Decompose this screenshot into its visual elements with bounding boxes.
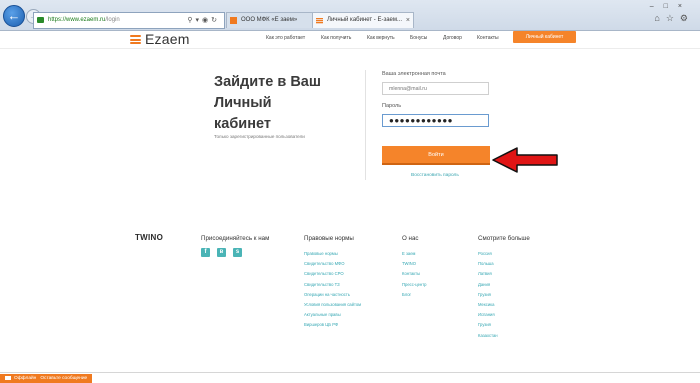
footer-link[interactable]: Правовые нормы (304, 251, 361, 261)
footer-link[interactable]: Мексика (478, 302, 498, 312)
url-text: https://www.ezaem.ru/login (48, 17, 120, 23)
chat-widget[interactable]: Оффлайн Оставьте сообщение (0, 374, 92, 383)
footer-link[interactable]: Свидетельство МФО (304, 261, 361, 271)
footer-link[interactable]: Операции на частность (304, 292, 361, 302)
footer-link[interactable]: Контакты (402, 271, 427, 281)
restore-password-link[interactable]: Восстановить пароль (411, 173, 459, 178)
envelope-icon (5, 375, 11, 380)
footer-logo[interactable]: TWINO (135, 233, 163, 242)
browser-tools[interactable]: ⌂☆⚙ (654, 13, 694, 24)
footer-join-title: Присоединяйтесь к нам (201, 235, 270, 242)
footer-link[interactable]: Латвия (478, 271, 498, 281)
favicon-icon (230, 17, 237, 24)
favicon-icon (316, 18, 323, 24)
tab-cabinet[interactable]: Личный кабинет - Е-заем... × (312, 12, 414, 28)
footer-link[interactable]: Пресс-центр (402, 282, 427, 292)
red-arrow-icon (492, 147, 558, 173)
login-divider (365, 70, 366, 180)
chat-status: Оффлайн (14, 376, 37, 381)
footer-link[interactable]: Грузия (478, 292, 498, 302)
footer-link[interactable]: Актуальные правы (304, 312, 361, 322)
footer-link[interactable]: Свидетельство СРО (304, 271, 361, 281)
nav-bonuses[interactable]: Бонусы (410, 35, 427, 41)
chat-action: Оставьте сообщение (40, 376, 88, 381)
footer-link[interactable]: Грузия (478, 322, 498, 332)
password-label: Пароль (382, 103, 402, 109)
logo-icon (130, 35, 141, 44)
nav-how-it-works[interactable]: Как это работает (266, 35, 305, 41)
login-button[interactable]: Войти (382, 146, 490, 165)
footer-link[interactable]: Дания (478, 282, 498, 292)
footer-legal-title: Правовые нормы (304, 235, 354, 242)
footer-link[interactable]: Казахстан (478, 333, 498, 343)
footer-more-list: Россия Польша Латвия Дания Грузия Мексик… (478, 251, 498, 343)
email-label: Ваша электронная почта (382, 71, 446, 77)
footer-about-list: Е заем TWINO Контакты Пресс-центр Блог (402, 251, 427, 302)
header-divider (0, 48, 700, 49)
skype-icon[interactable]: s (233, 248, 242, 257)
cabinet-button[interactable]: Личный кабинет (513, 31, 576, 43)
window-controls[interactable]: –□× (650, 3, 692, 10)
footer-link[interactable]: TWINO (402, 261, 427, 271)
footer-link[interactable]: Блог (402, 292, 427, 302)
footer-link[interactable]: Польша (478, 261, 498, 271)
back-button[interactable]: ← (3, 5, 25, 27)
login-title: Зайдите в Ваш Личный кабинет (214, 74, 321, 132)
address-bar[interactable]: https://www.ezaem.ru/login ⚲▾◉↻ (33, 12, 225, 29)
footer-link[interactable]: Е заем (402, 251, 427, 261)
email-field[interactable]: mlenna@mail.ru (382, 82, 489, 95)
footer-link[interactable]: Свидетельство ТЗ (304, 282, 361, 292)
footer-legal-list: Правовые нормы Свидетельство МФО Свидете… (304, 251, 361, 333)
site-logo[interactable]: Ezaem (145, 31, 190, 47)
footer-divider (0, 372, 700, 373)
footer-link[interactable]: Условия пользования сайтом (304, 302, 361, 312)
nav-how-to-get[interactable]: Как получить (321, 35, 351, 41)
facebook-icon[interactable]: f (201, 248, 210, 257)
nav-contacts[interactable]: Контакты (477, 35, 499, 41)
footer-link[interactable]: Виршеров ЦБ РФ (304, 322, 361, 332)
nav-contract[interactable]: Договор (443, 35, 462, 41)
footer-about-title: О нас (402, 235, 419, 242)
browser-chrome: ← → https://www.ezaem.ru/login ⚲▾◉↻ ООО … (0, 0, 700, 31)
password-field[interactable]: ●●●●●●●●●●●● (382, 114, 489, 127)
vk-icon[interactable]: в (217, 248, 226, 257)
lock-icon (37, 17, 44, 23)
close-tab-icon[interactable]: × (406, 13, 410, 28)
tab-company[interactable]: ООО МФК «Е заем» (226, 12, 326, 28)
login-subtitle: Только зарегистрированные пользователи (214, 134, 305, 139)
footer-link[interactable]: Испания (478, 312, 498, 322)
address-controls[interactable]: ⚲▾◉↻ (187, 13, 220, 28)
footer-link[interactable]: Россия (478, 251, 498, 261)
nav-how-to-return[interactable]: Как вернуть (367, 35, 395, 41)
footer-more-title: Смотрите больше (478, 235, 530, 242)
site-header: Ezaem Как это работает Как получить Как … (0, 30, 700, 48)
